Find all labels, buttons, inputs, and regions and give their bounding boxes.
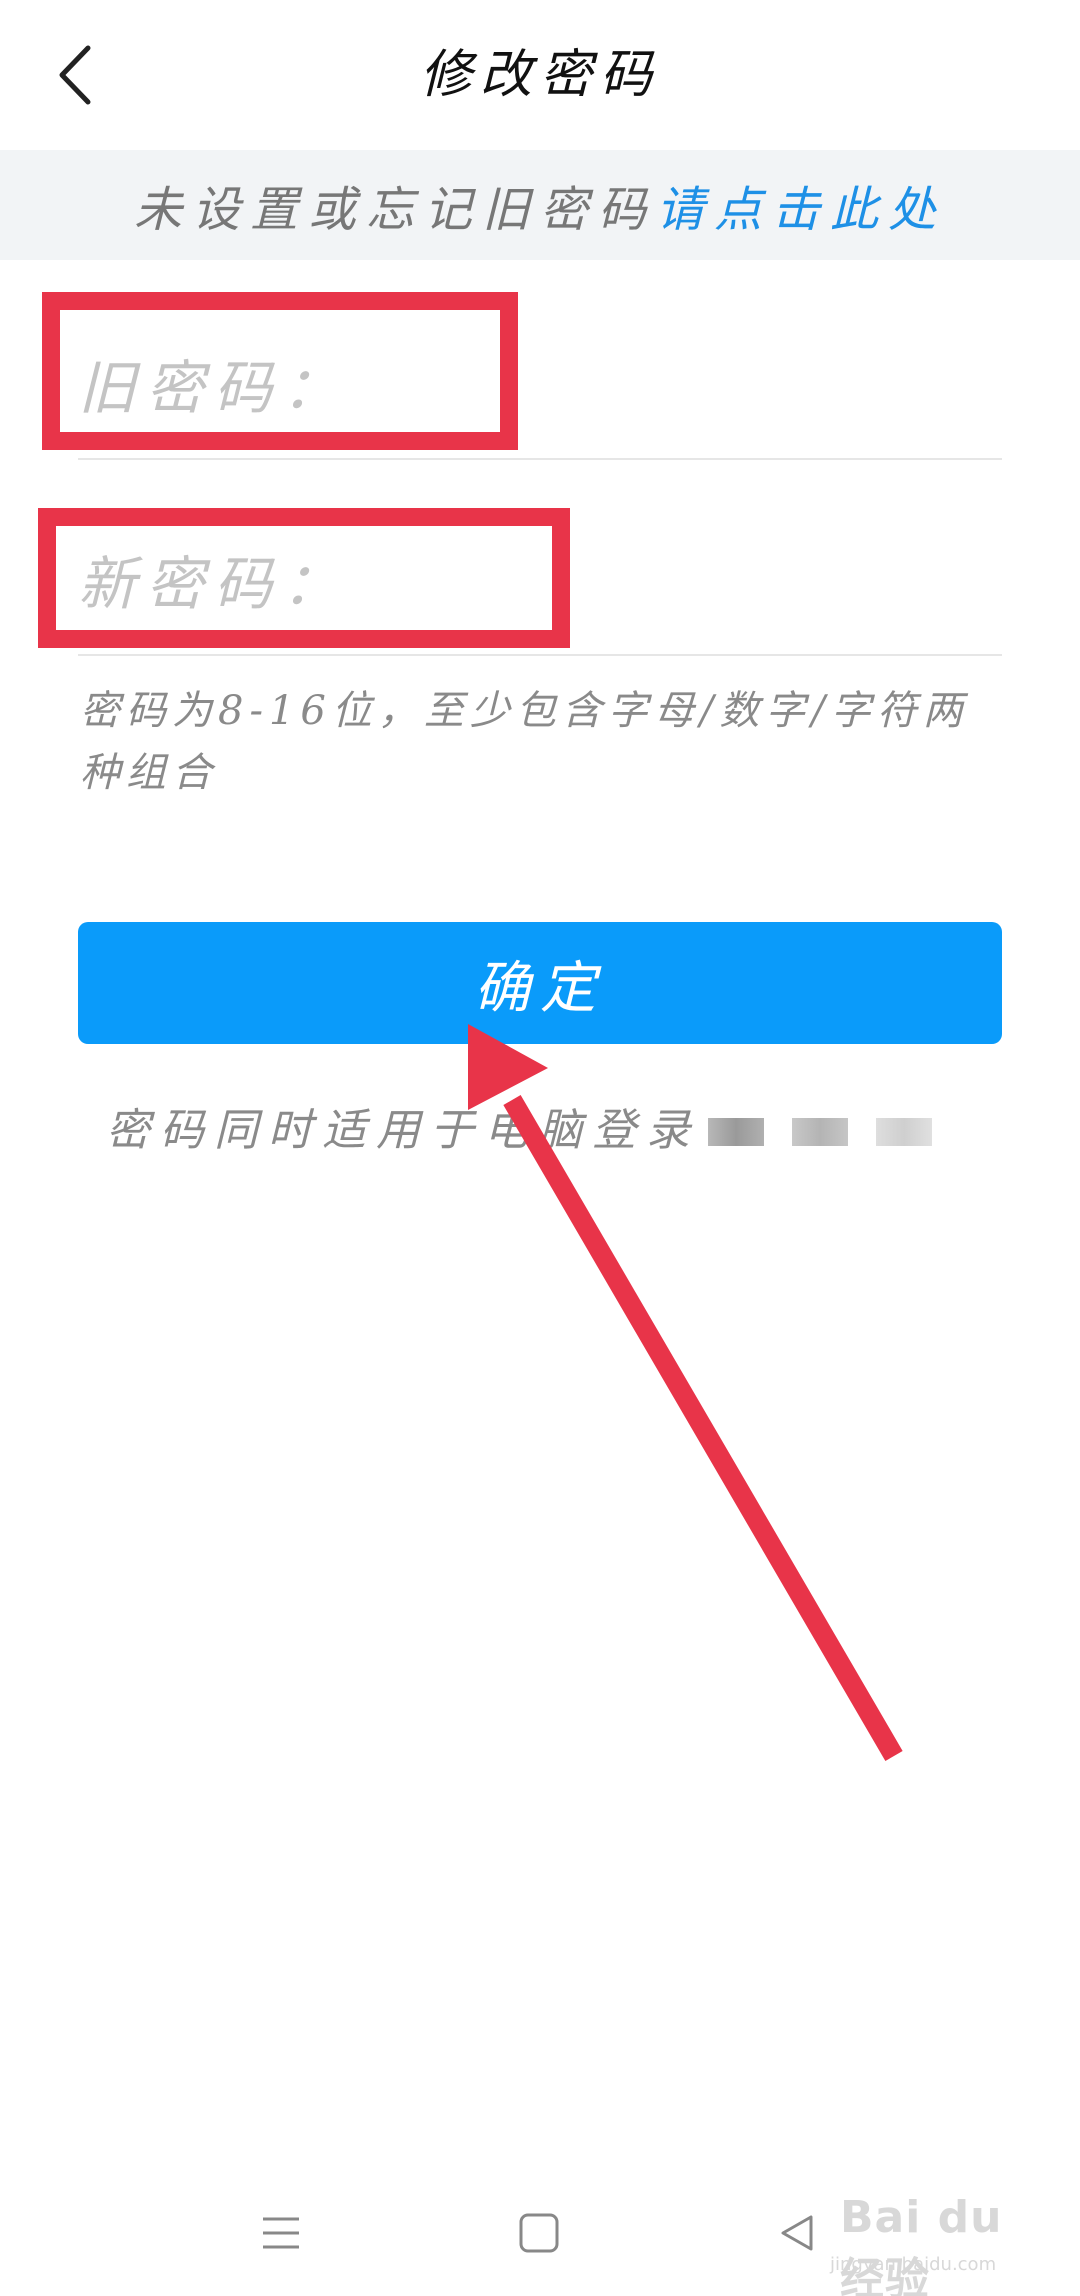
chevron-left-icon [59, 45, 91, 105]
menu-icon [263, 2217, 299, 2249]
new-password-field [78, 514, 1002, 656]
password-rule-hint: 密码为8-16位，至少包含字母/数字/字符两种组合 [80, 688, 969, 796]
old-password-input[interactable] [78, 318, 1002, 458]
app-header: 修改密码 [0, 0, 1080, 150]
triangle-back-icon [781, 2215, 813, 2251]
new-password-input[interactable] [78, 514, 1002, 654]
nav-home-button[interactable] [494, 2188, 584, 2278]
page-title: 修改密码 [419, 45, 660, 105]
change-password-screen: 修改密码 未设置或忘记旧密码 请点击此处 密码为8-16位，至少包含字母/数字/… [0, 0, 1080, 2296]
footnote-text: 密码同时适用于电脑登录 [106, 1105, 700, 1156]
nav-menu-button[interactable] [236, 2188, 326, 2278]
forgot-password-banner: 未设置或忘记旧密码 请点击此处 [0, 150, 1080, 260]
confirm-button[interactable]: 确定 [78, 922, 1002, 1044]
back-button[interactable] [30, 30, 120, 120]
banner-text: 未设置或忘记旧密码 [133, 182, 656, 238]
mosaic-blur-block [708, 1118, 764, 1146]
mosaic-blur-block [792, 1118, 848, 1146]
old-password-field [78, 318, 1002, 460]
click-here-link[interactable]: 请点击此处 [656, 170, 946, 240]
mosaic-blur-block [876, 1118, 932, 1146]
system-navigation-bar [0, 2170, 1080, 2296]
square-home-icon [519, 2213, 559, 2253]
nav-back-button[interactable] [752, 2188, 842, 2278]
